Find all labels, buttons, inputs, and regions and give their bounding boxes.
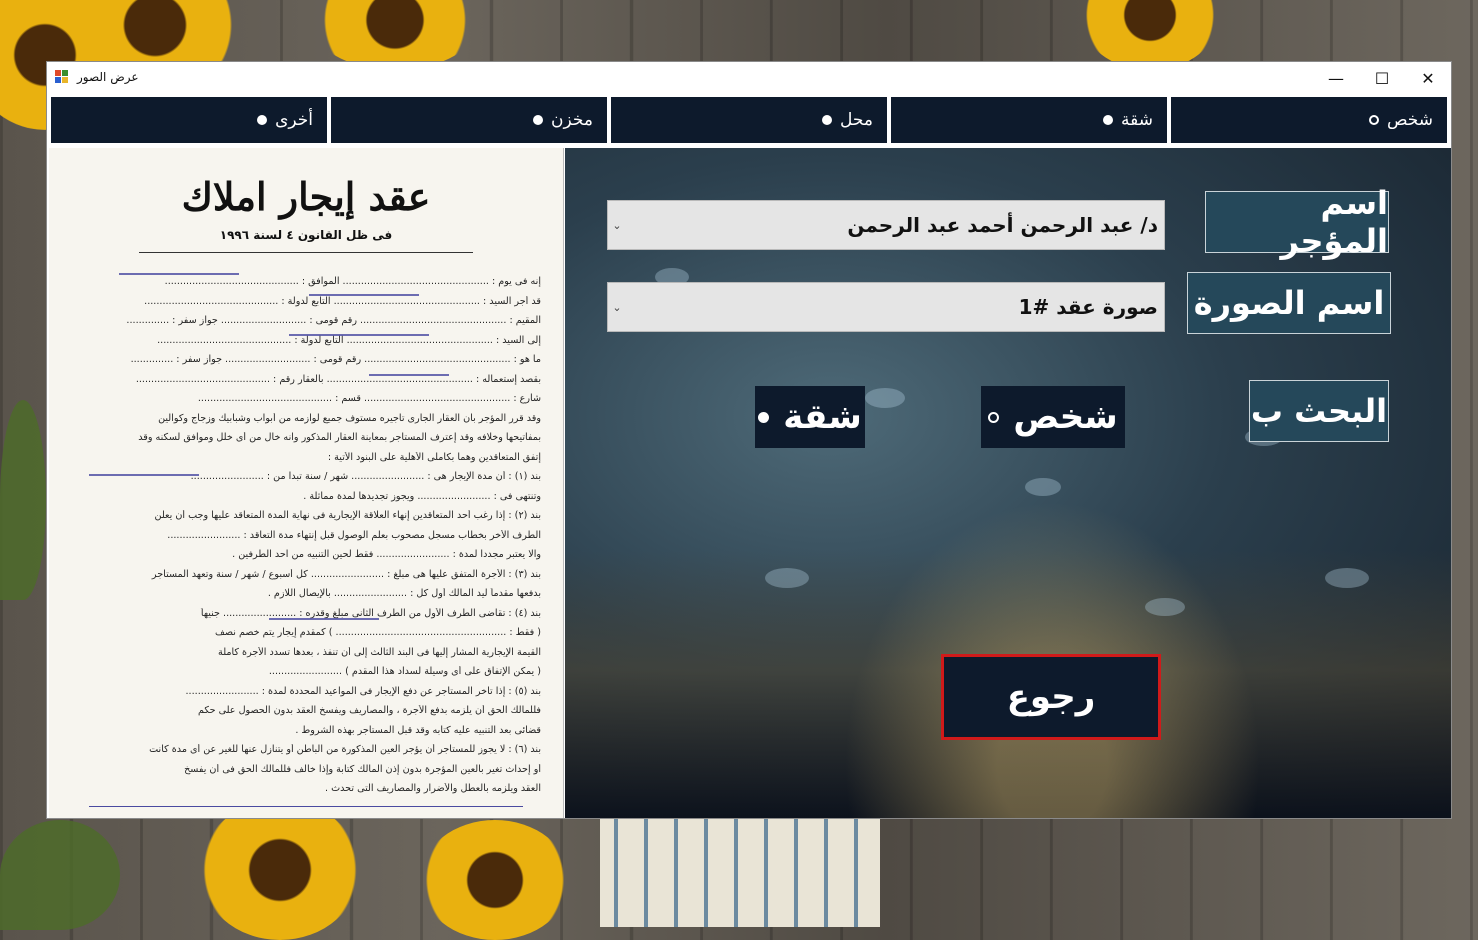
contract-line: ( فقط : ................................… <box>214 627 541 638</box>
tab-person[interactable]: شخص <box>1171 97 1447 143</box>
radio-unselected-icon[interactable] <box>1368 115 1379 125</box>
contract-line: بدفعها مقدماً ليد المالك أول كل : ......… <box>267 588 541 599</box>
search-by-apartment-radio[interactable]: شقة <box>755 386 865 448</box>
bokeh-decoration <box>865 388 905 408</box>
contract-line: الطرف الأخر بخطاب مسجل مصحوب بعلم الوصول… <box>167 529 541 541</box>
contract-line: شارع : .................................… <box>197 393 541 404</box>
sunflower-decoration <box>1080 0 1220 70</box>
category-tabs: شخص شقة محل مخزن أخرى <box>49 95 1449 145</box>
contract-line: ما هو : ................................… <box>130 354 541 365</box>
contract-line: إلى السيد : ............................… <box>157 334 541 346</box>
window-title: عرض الصور <box>77 70 139 84</box>
tab-other[interactable]: أخرى <box>51 97 327 143</box>
contract-line: وتنتهى فى : ........................ ويج… <box>303 490 541 502</box>
radio-selected-icon[interactable] <box>758 411 770 423</box>
handwriting-mark <box>309 294 419 296</box>
tab-label: شقة <box>1121 110 1153 130</box>
tab-apartment[interactable]: شقة <box>891 97 1167 143</box>
owner-name-label: اسم المؤجر <box>1205 184 1389 260</box>
back-button[interactable]: رجوع <box>941 654 1161 740</box>
chevron-down-icon[interactable]: ⌄ <box>608 219 626 232</box>
radio-selected-icon[interactable] <box>1103 115 1114 125</box>
image-name-dropdown[interactable]: صورة عقد #1 ⌄ <box>607 282 1165 332</box>
title-bar: عرض الصور — ☐ ✕ <box>47 62 1451 94</box>
owner-name-value: د/ عبد الرحمن أحمد عبد الرحمن <box>847 213 1158 237</box>
contract-line: وقد قرر المؤجر بأن العقار الجارى تأجيره … <box>158 412 541 424</box>
contract-line: بمفاتيحها وخلافه وقد إعترف المستأجر بمعا… <box>138 432 541 443</box>
contract-line: قضائى بعد التنبيه عليه كتابه وقد قبل الم… <box>295 724 541 736</box>
signature-line <box>89 788 523 807</box>
contract-subtitle: فى ظل القانون ٤ لسنة ١٩٩٦ <box>219 228 393 242</box>
handwriting-mark <box>119 273 239 275</box>
contract-line: قد أجر السيد : .........................… <box>144 295 541 307</box>
tab-label: مخزن <box>551 110 593 130</box>
bokeh-decoration <box>765 568 809 588</box>
tab-label: محل <box>840 110 873 130</box>
radio-label: شقة <box>783 397 862 437</box>
app-window: عرض الصور — ☐ ✕ شخص شقة محل مخزن أخرى عق… <box>46 61 1452 819</box>
radio-label: شخص <box>1013 397 1118 437</box>
radio-selected-icon[interactable] <box>257 115 268 125</box>
bokeh-decoration <box>1145 598 1185 616</box>
tab-label: أخرى <box>275 110 313 130</box>
contract-line: بند (١) : أن مدة الإيجار هى : ..........… <box>190 471 541 482</box>
radio-unselected-icon[interactable] <box>988 411 1000 423</box>
tab-shop[interactable]: محل <box>611 97 887 143</box>
owner-name-dropdown[interactable]: د/ عبد الرحمن أحمد عبد الرحمن ⌄ <box>607 200 1165 250</box>
image-name-value: صورة عقد #1 <box>1018 295 1158 319</box>
app-icon <box>55 70 69 84</box>
cloth-decoration <box>600 819 880 927</box>
bokeh-decoration <box>1325 568 1369 588</box>
sunflower-decoration <box>420 820 570 940</box>
chevron-down-icon[interactable]: ⌄ <box>608 301 626 314</box>
handwriting-mark <box>369 374 449 376</box>
contract-image: عقد إيجار املاك فى ظل القانون ٤ لسنة ١٩٩… <box>49 148 564 818</box>
minimize-button[interactable]: — <box>1313 62 1359 94</box>
tab-storage[interactable]: مخزن <box>331 97 607 143</box>
handwriting-mark <box>289 334 429 336</box>
contract-line: والا يعتبر مجددا لمدة : ................… <box>232 549 541 560</box>
title-underline <box>139 252 473 253</box>
search-by-person-radio[interactable]: شخص <box>981 386 1125 448</box>
contract-line: إتفق المتعاقدين وهما بكاملى الأهلية على … <box>327 451 541 463</box>
contract-line: بند (٥) : إذا تأخر المستأجر عن دفع الإيج… <box>185 685 542 697</box>
contract-line: بند (٢) : إذا رغب أحد المتعاقدين إنهاء ا… <box>154 510 541 521</box>
bokeh-decoration <box>1025 478 1061 496</box>
leaf-decoration <box>0 820 120 930</box>
image-name-label: اسم الصورة <box>1187 272 1391 334</box>
tab-label: شخص <box>1386 110 1433 130</box>
contract-line: المقيم : ...............................… <box>126 315 541 326</box>
search-panel: اسم المؤجر د/ عبد الرحمن أحمد عبد الرحمن… <box>565 148 1451 818</box>
contract-line: بند (٣) : الأجرة المتفق عليها هى مبلغ : … <box>151 568 541 580</box>
leaf-decoration <box>0 400 46 600</box>
contract-title: عقد إيجار املاك <box>181 174 431 219</box>
handwriting-mark <box>269 618 379 620</box>
sunflower-decoration <box>310 0 480 70</box>
contract-line: القيمة الإيجارية المشار إليها فى البند ا… <box>218 646 541 658</box>
contract-line: إنه فى يوم : ...........................… <box>164 276 541 287</box>
contract-line: فللمالك الحق أن يلزمه بدفع الأجرة ، والم… <box>197 705 541 716</box>
contract-line: بند (٦) : لا يجوز للمستأجر أن يؤجر العين… <box>149 744 541 755</box>
maximize-button[interactable]: ☐ <box>1359 62 1405 94</box>
radio-selected-icon[interactable] <box>822 115 833 125</box>
close-button[interactable]: ✕ <box>1405 62 1451 94</box>
radio-selected-icon[interactable] <box>533 115 544 125</box>
contract-line: أو إحداث تغير بالعين المؤجرة بدون إذن ال… <box>184 763 541 775</box>
handwriting-mark <box>89 474 199 476</box>
contract-line: ( يمكن الإتفاق على أى وسيلة لسداد هذا ال… <box>268 666 541 677</box>
contract-line: بند (٤) : تقاضى الطرف الأول من الطرف الث… <box>200 607 541 619</box>
sunflower-decoration <box>200 800 360 940</box>
search-by-label: البحث ب <box>1249 380 1389 442</box>
contract-line: بقصد إستعماله : ........................… <box>135 373 541 385</box>
